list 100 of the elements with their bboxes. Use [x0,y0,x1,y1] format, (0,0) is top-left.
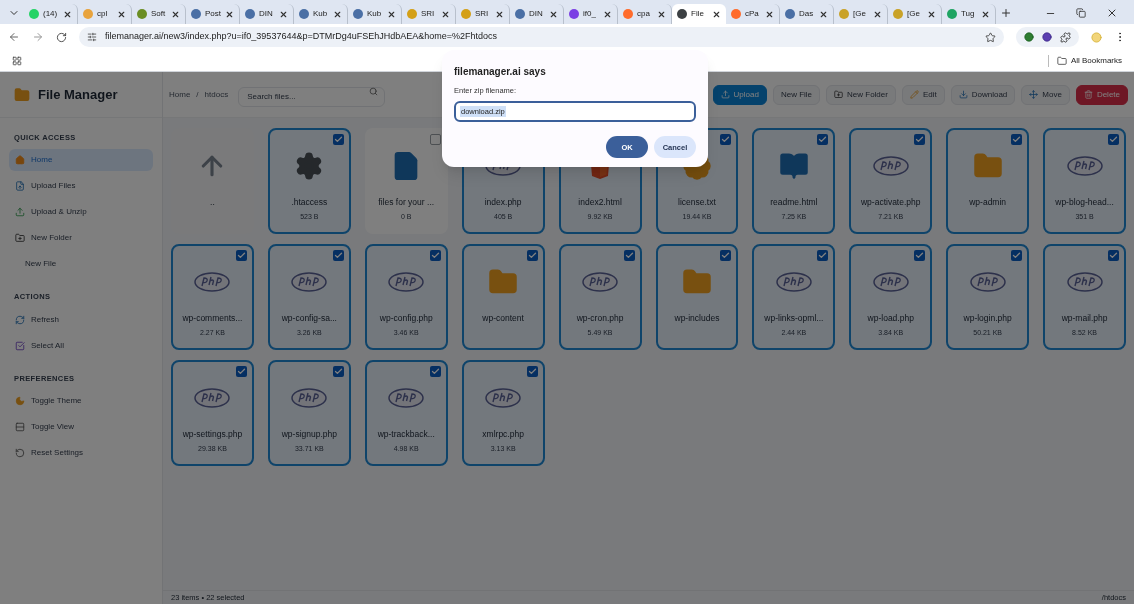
refresh-icon [15,314,25,325]
file-name: wp-includes [674,312,720,325]
reset-icon [15,447,25,458]
close-icon[interactable] [712,9,721,19]
checkbox[interactable] [914,134,926,145]
php-icon [582,272,619,292]
close-icon[interactable] [1106,7,1118,19]
checkbox[interactable] [623,250,635,261]
sidebar-item[interactable]: New File [9,253,153,276]
checkbox[interactable] [1011,134,1023,145]
checkbox[interactable] [914,250,926,261]
file-card[interactable]: wp-includes [655,244,739,350]
close-icon[interactable] [225,9,234,19]
sidebar-item[interactable]: New Folder [9,227,153,250]
php-icon [388,388,425,408]
toolbar-button[interactable]: Upload [712,84,767,105]
close-icon[interactable] [603,9,612,19]
close-icon[interactable] [117,9,126,19]
checkbox[interactable] [1108,250,1119,261]
close-icon[interactable] [657,9,666,19]
tab-title: SRI [475,8,490,20]
close-icon[interactable] [981,9,990,19]
toolbar-button[interactable]: New File [772,84,821,105]
sidebar-item[interactable]: Home [9,149,153,172]
apps-icon[interactable] [12,55,22,66]
close-icon[interactable] [927,9,936,19]
close-icon[interactable] [549,9,558,19]
close-icon[interactable] [279,9,288,19]
checkbox[interactable] [332,366,344,377]
extensions-icon[interactable] [1060,31,1071,43]
file-name: index2.html [578,196,622,209]
new-tab-icon[interactable] [1000,7,1012,19]
checkbox[interactable] [817,250,829,261]
close-icon[interactable] [333,9,342,19]
tab-title: Das [799,8,815,20]
sidebar-item[interactable]: Reset Settings [9,441,153,464]
checkbox[interactable] [332,134,344,145]
file-name: wp-trackback... [377,428,435,441]
sidebar-item[interactable]: Toggle Theme [9,389,153,412]
close-icon[interactable] [387,9,396,19]
toolbar-button[interactable]: Download [950,84,1016,105]
close-icon[interactable] [819,9,828,19]
trash-icon [1083,90,1093,99]
file-card[interactable]: wp-content [461,244,545,350]
bookmark-star-icon[interactable] [985,31,996,43]
checkbox[interactable] [332,250,344,261]
search-field[interactable]: Search files... [238,86,386,107]
close-icon[interactable] [171,9,180,19]
reload-icon[interactable] [56,31,67,43]
close-icon[interactable] [63,9,72,19]
sidebar-item[interactable]: Toggle View [9,415,153,438]
file-card[interactable]: wp-admin [946,128,1030,234]
folder-plus-icon [15,233,25,244]
toolbar-button[interactable]: Delete [1075,84,1128,105]
file-name: wp-login.php [963,312,1012,325]
checkbox[interactable] [720,250,732,261]
checkbox[interactable] [817,134,829,145]
php-icon [969,272,1006,292]
checkbox[interactable] [526,366,538,377]
sidebar-item[interactable]: Refresh [9,308,153,331]
toolbar-button[interactable]: Edit [901,84,945,105]
address-field[interactable]: filemanager.ai/new3/index.php?u=if0_39537644&p=DTMrDg4uFSEhJHdbAEA&home=%2Fhtdocs [79,27,1004,47]
tab-title: Kub [367,8,383,20]
all-bookmarks-button[interactable]: All Bookmarks [1047,54,1122,67]
checkbox[interactable] [1011,250,1023,261]
file-name: wp-mail.php [1061,312,1108,325]
file-name: wp-config-sa... [281,312,337,325]
file-name: wp-blog-head... [1055,196,1114,209]
php-icon [194,272,231,292]
tab-title: if0_ [583,8,597,20]
close-icon[interactable] [765,9,774,19]
back-icon[interactable] [8,31,20,43]
sidebar-item[interactable]: Select All [9,334,153,357]
checkbox[interactable] [429,134,441,145]
checkbox[interactable] [429,366,441,377]
file-name: wp-config.php [379,312,433,325]
php-icon [194,388,231,408]
sidebar-item[interactable]: Upload & Unzip [9,201,153,224]
checkbox[interactable] [720,134,732,145]
breadcrumb-link[interactable]: Home [169,88,191,101]
close-icon[interactable] [441,9,450,19]
close-icon[interactable] [495,9,504,19]
moon-icon [15,395,25,406]
php-icon [775,272,812,292]
close-icon[interactable] [873,9,882,19]
sidebar-item[interactable]: Upload Files [9,175,153,198]
tab-title: (14) [43,8,59,20]
checkbox[interactable] [1108,134,1119,145]
toolbar-button[interactable]: New Folder [826,84,896,105]
site-info-icon[interactable] [87,32,97,42]
checkbox[interactable] [235,366,247,377]
checkbox[interactable] [526,250,538,261]
checkbox[interactable] [235,250,247,261]
checkbox[interactable] [429,250,441,261]
toolbar-button[interactable]: Move [1021,84,1070,105]
breadcrumb-link[interactable]: htdocs [204,88,229,101]
breadcrumb-separator: / [196,88,199,101]
tab-title: Post [205,8,221,20]
browser-tab[interactable]: File [672,4,726,24]
restore-icon[interactable] [1076,8,1086,18]
